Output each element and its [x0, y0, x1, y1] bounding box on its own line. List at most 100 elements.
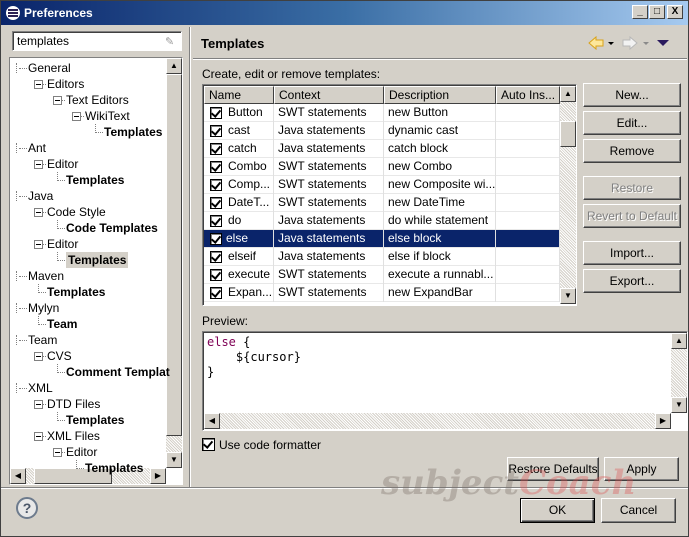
enabled-checkbox[interactable]: [210, 125, 222, 137]
column-header-description[interactable]: Description: [384, 86, 496, 104]
preview-horizontal-scrollbar[interactable]: [204, 413, 671, 429]
tree-item[interactable]: WikiText: [85, 108, 130, 124]
collapse-icon[interactable]: [34, 240, 43, 249]
export-button[interactable]: Export...: [583, 269, 681, 293]
tree-item[interactable]: CVS: [47, 348, 72, 364]
table-row[interactable]: execute SWT statements execute a runnabl..…: [204, 266, 560, 284]
tree-item[interactable]: XML: [28, 380, 53, 396]
help-icon[interactable]: ?: [16, 497, 38, 519]
back-dropdown-icon[interactable]: [608, 42, 614, 45]
forward-dropdown-icon[interactable]: [643, 42, 649, 45]
tree-item[interactable]: XML Files: [47, 428, 100, 444]
tree-item[interactable]: Editor: [66, 444, 97, 460]
table-row[interactable]: Button SWT statements new Button: [204, 104, 560, 122]
tree-scroll-left-button[interactable]: ◀: [10, 468, 26, 484]
tree-item[interactable]: Code Style: [47, 204, 106, 220]
preview-scroll-left-button[interactable]: ◀: [204, 413, 220, 429]
tree-item[interactable]: Templates: [66, 172, 124, 188]
enabled-checkbox[interactable]: [210, 287, 222, 299]
tree-item[interactable]: Editor: [47, 156, 78, 172]
table-row[interactable]: else Java statements else block: [204, 230, 560, 248]
preview-editor[interactable]: else { ${cursor} } ▲ ▼ ◀ ▶: [202, 331, 688, 431]
sash-divider[interactable]: [189, 27, 191, 487]
remove-button[interactable]: Remove: [583, 139, 681, 163]
import-button[interactable]: Import...: [583, 241, 681, 265]
preview-scroll-down-button[interactable]: ▼: [671, 397, 687, 413]
tree-item[interactable]: Maven: [28, 268, 64, 284]
table-row[interactable]: cast Java statements dynamic cast: [204, 122, 560, 140]
tree-scroll-right-button[interactable]: ▶: [150, 468, 166, 484]
enabled-checkbox[interactable]: [210, 161, 222, 173]
restore-defaults-button[interactable]: Restore Defaults: [507, 457, 599, 481]
back-arrow-icon[interactable]: [588, 35, 604, 51]
column-header-auto-insert[interactable]: Auto Ins...: [496, 86, 560, 104]
tree-item[interactable]: Mylyn: [28, 300, 59, 316]
table-row[interactable]: Expan... SWT statements new ExpandBar: [204, 284, 560, 302]
collapse-icon[interactable]: [34, 352, 43, 361]
collapse-icon[interactable]: [34, 432, 43, 441]
tree-item[interactable]: Templates: [104, 124, 162, 140]
preview-scroll-up-button[interactable]: ▲: [671, 333, 687, 349]
eraser-icon[interactable]: ✎: [165, 35, 177, 48]
table-scroll-down-button[interactable]: ▼: [560, 288, 576, 304]
tree-item[interactable]: General: [28, 60, 71, 76]
close-button[interactable]: X: [667, 5, 683, 19]
tree-item[interactable]: DTD Files: [47, 396, 100, 412]
table-row[interactable]: elseif Java statements else if block: [204, 248, 560, 266]
revert-to-default-button[interactable]: Revert to Default: [583, 204, 681, 228]
maximize-button[interactable]: □: [649, 5, 665, 19]
ok-button[interactable]: OK: [520, 498, 595, 523]
filter-input[interactable]: [17, 34, 157, 48]
preview-scroll-right-button[interactable]: ▶: [655, 413, 671, 429]
tree-item[interactable]: Team: [47, 316, 77, 332]
tree-item[interactable]: Editor: [47, 236, 78, 252]
filter-field[interactable]: ✎: [12, 31, 182, 51]
tree-item[interactable]: Code Templates: [66, 220, 158, 236]
tree-item[interactable]: Editors: [47, 76, 84, 92]
table-row[interactable]: Combo SWT statements new Combo: [204, 158, 560, 176]
enabled-checkbox[interactable]: [210, 143, 222, 155]
collapse-icon[interactable]: [34, 160, 43, 169]
table-scroll-thumb[interactable]: [560, 121, 576, 147]
tree-item[interactable]: Java: [28, 188, 53, 204]
table-row[interactable]: DateT... SWT statements new DateTime: [204, 194, 560, 212]
column-header-name[interactable]: Name: [204, 86, 274, 104]
tree-item[interactable]: Templates: [66, 252, 129, 268]
tree-item[interactable]: Team: [28, 332, 57, 348]
enabled-checkbox[interactable]: [210, 233, 222, 245]
table-vertical-scrollbar[interactable]: [560, 86, 576, 304]
column-header-context[interactable]: Context: [274, 86, 384, 104]
tree-scroll-up-button[interactable]: ▲: [166, 58, 182, 74]
tree-scroll-thumb[interactable]: [166, 74, 182, 436]
enabled-checkbox[interactable]: [210, 251, 222, 263]
tree-item[interactable]: Ant: [28, 140, 46, 156]
apply-button[interactable]: Apply: [604, 457, 679, 481]
new-button[interactable]: New...: [583, 83, 681, 107]
restore-removed-button[interactable]: Restore Removed: [583, 176, 681, 217]
tree-item[interactable]: Templates: [85, 460, 143, 476]
tree-item[interactable]: Templates: [66, 412, 124, 428]
minimize-button[interactable]: _: [632, 5, 648, 19]
collapse-icon[interactable]: [53, 96, 62, 105]
table-row[interactable]: catch Java statements catch block: [204, 140, 560, 158]
collapse-icon[interactable]: [53, 448, 62, 457]
table-row[interactable]: do Java statements do while statement: [204, 212, 560, 230]
enabled-checkbox[interactable]: [210, 215, 222, 227]
edit-button[interactable]: Edit...: [583, 111, 681, 135]
cancel-button[interactable]: Cancel: [601, 498, 676, 523]
enabled-checkbox[interactable]: [210, 179, 222, 191]
collapse-icon[interactable]: [34, 80, 43, 89]
view-menu-icon[interactable]: [657, 40, 669, 46]
tree-item[interactable]: Comment Templat: [66, 364, 170, 380]
collapse-icon[interactable]: [34, 208, 43, 217]
tree-item[interactable]: Templates: [47, 284, 105, 300]
table-scroll-up-button[interactable]: ▲: [560, 86, 576, 102]
enabled-checkbox[interactable]: [210, 269, 222, 281]
use-code-formatter-checkbox[interactable]: [202, 438, 215, 451]
tree-item[interactable]: Text Editors: [66, 92, 129, 108]
enabled-checkbox[interactable]: [210, 197, 222, 209]
enabled-checkbox[interactable]: [210, 107, 222, 119]
enabled-checkbox[interactable]: [210, 305, 222, 306]
tree-scroll-down-button[interactable]: ▼: [166, 452, 182, 468]
forward-arrow-icon[interactable]: [622, 35, 638, 51]
